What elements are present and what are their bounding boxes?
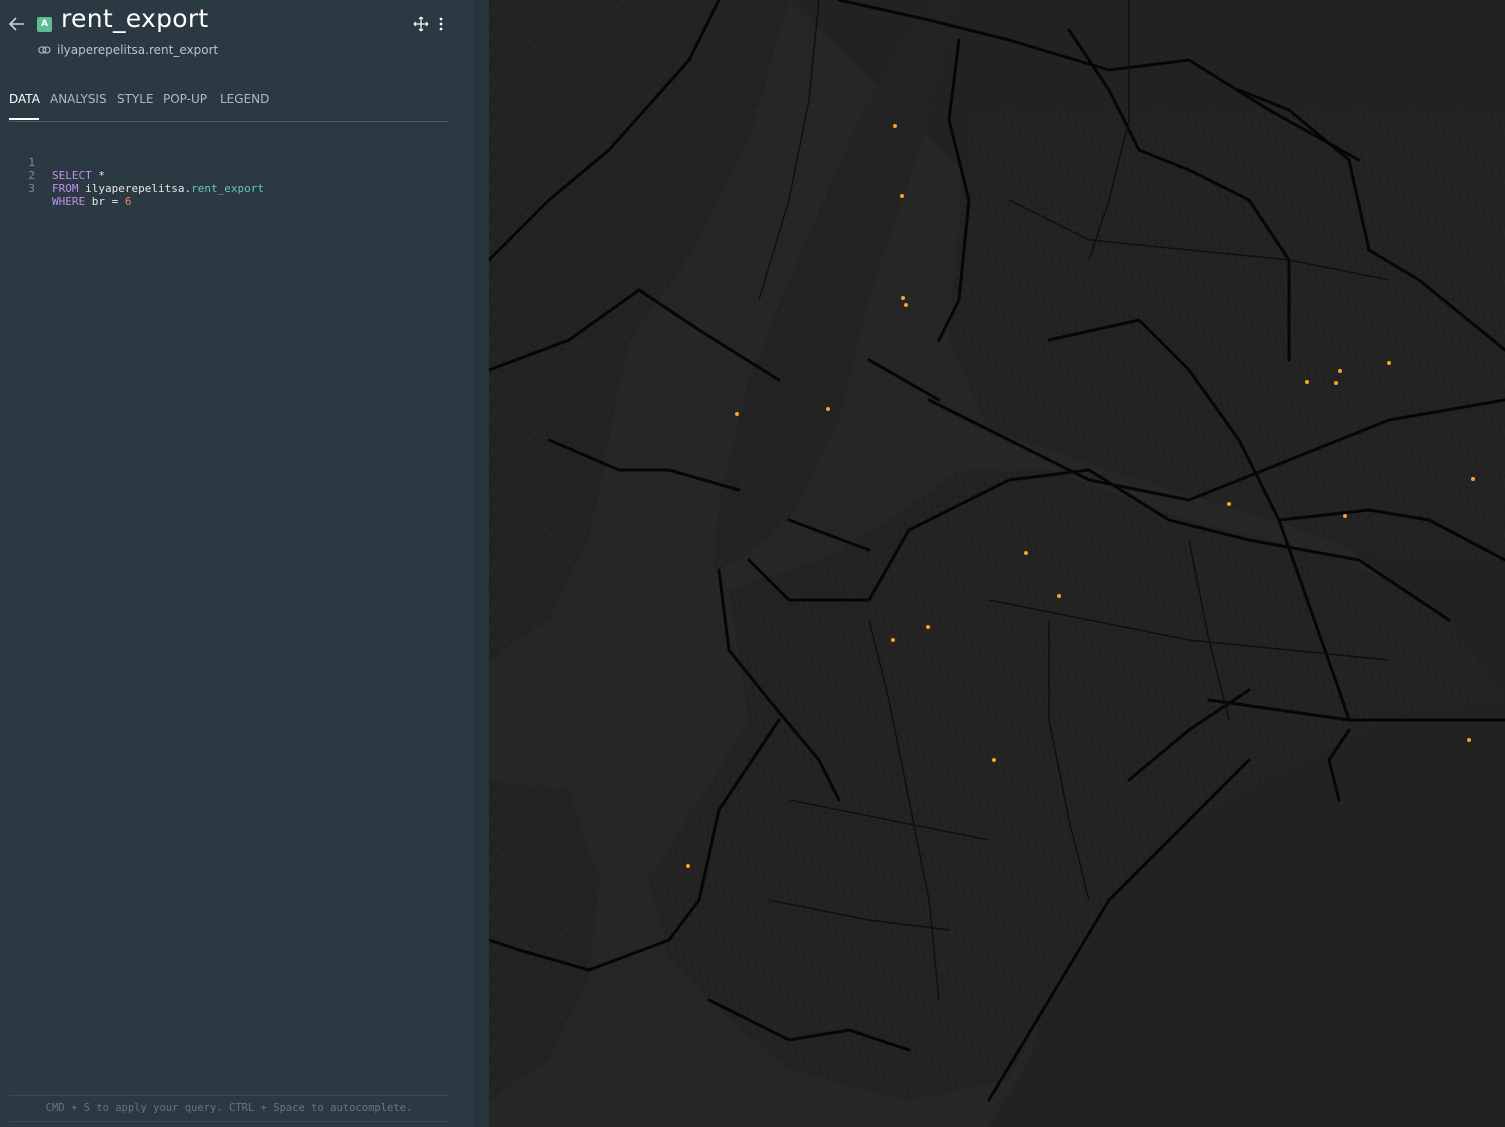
rent-point[interactable] [1471, 477, 1475, 481]
basemap[interactable] [489, 0, 1505, 1127]
rent-point[interactable] [893, 124, 897, 128]
sql-schema: ilyaperepelitsa. [78, 182, 192, 195]
code-line: 2 FROM ilyaperepelitsa.rent_export [9, 156, 449, 195]
map-view[interactable] [489, 0, 1505, 1127]
sql-text: br = [85, 195, 125, 208]
sql-number: 6 [124, 195, 132, 208]
sql-table: rent_export [191, 182, 264, 195]
rent-point[interactable] [1057, 594, 1061, 598]
rent-point[interactable] [926, 625, 930, 629]
layer-badge: A [37, 17, 52, 32]
rent-point[interactable] [735, 412, 739, 416]
rent-point[interactable] [1305, 380, 1309, 384]
rent-point[interactable] [686, 864, 690, 868]
header-actions [410, 12, 454, 36]
tab-legend[interactable]: LEGEND [220, 92, 269, 106]
rent-point[interactable] [891, 638, 895, 642]
rent-point[interactable] [900, 194, 904, 198]
panel-divider[interactable] [473, 0, 489, 1127]
source-table-name: ilyaperepelitsa.rent_export [57, 43, 219, 57]
rent-point[interactable] [1338, 369, 1342, 373]
rent-point[interactable] [992, 758, 996, 762]
tab-popup[interactable]: POP-UP [163, 92, 207, 106]
editor-hint: CMD + S to apply your query. CTRL + Spac… [9, 1095, 449, 1122]
sql-keyword: FROM [52, 182, 79, 195]
rent-point[interactable] [1227, 502, 1231, 506]
line-number: 3 [28, 182, 35, 195]
layer-editor-panel: A rent_export ilyaperepelitsa.rent_expor… [0, 0, 473, 1127]
rent-point[interactable] [1024, 551, 1028, 555]
move-icon[interactable] [410, 12, 432, 36]
rent-point[interactable] [1387, 361, 1391, 365]
rent-point[interactable] [1467, 738, 1471, 742]
rent-point[interactable] [826, 407, 830, 411]
back-arrow-icon[interactable] [6, 12, 28, 36]
code-line: 1 SELECT * [9, 143, 449, 182]
sql-editor[interactable]: 1 SELECT * 2 FROM ilyaperepelitsa.rent_e… [9, 143, 449, 208]
more-options-icon[interactable] [432, 12, 454, 36]
rent-point[interactable] [1343, 514, 1347, 518]
rent-point[interactable] [1334, 381, 1338, 385]
active-tab-indicator [9, 118, 39, 120]
rent-point[interactable] [904, 303, 908, 307]
sql-keyword: WHERE [52, 195, 86, 208]
editor-tabs: DATA ANALYSIS STYLE POP-UP LEGEND [9, 92, 449, 122]
tab-data[interactable]: DATA [9, 92, 40, 106]
layer-source[interactable]: ilyaperepelitsa.rent_export [38, 42, 218, 58]
link-icon [38, 46, 51, 54]
rent-point[interactable] [901, 296, 905, 300]
tab-analysis[interactable]: ANALYSIS [50, 92, 107, 106]
tab-style[interactable]: STYLE [117, 92, 154, 106]
layer-title[interactable]: rent_export [61, 4, 209, 33]
code-line: 3 WHERE br = 6 [9, 169, 449, 208]
